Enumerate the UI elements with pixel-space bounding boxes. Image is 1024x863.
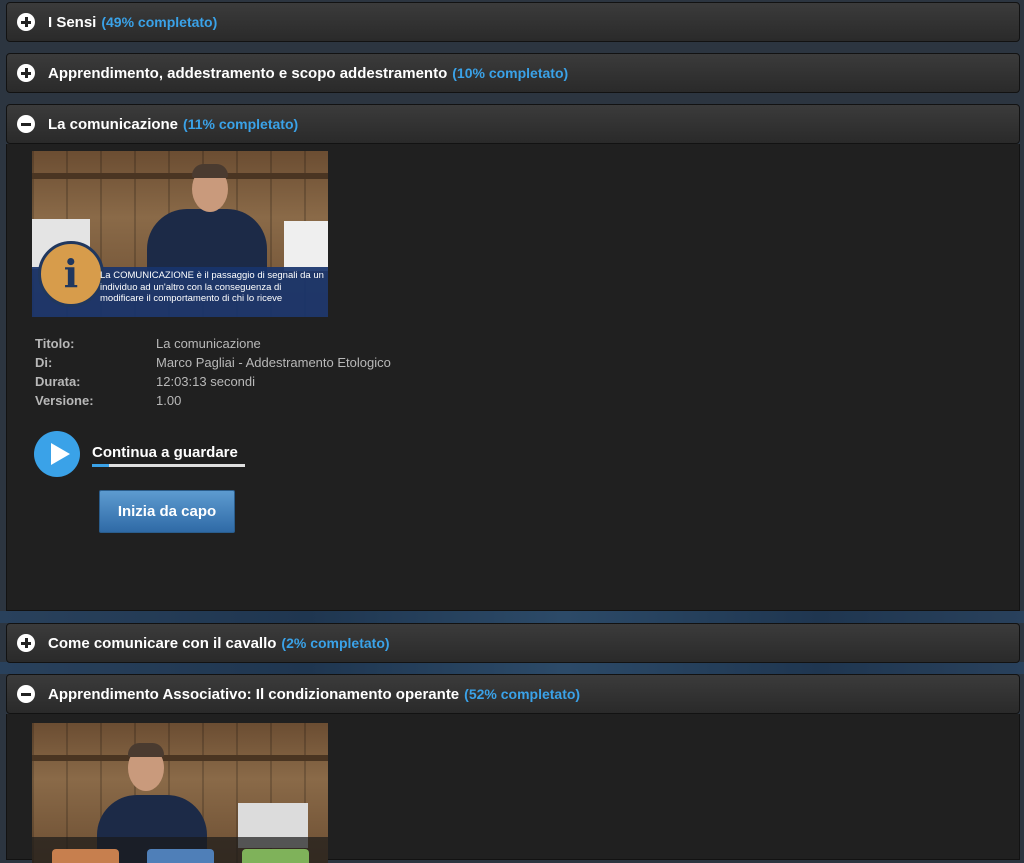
thumbnail-board	[284, 221, 328, 271]
section-title: Apprendimento, addestramento e scopo add…	[48, 64, 448, 82]
thumbnail-shelf	[32, 173, 328, 179]
detail-value: 1.00	[156, 393, 182, 408]
section-progress: (10% completato)	[452, 65, 569, 81]
detail-value: Marco Pagliai - Addestramento Etologico	[156, 355, 391, 370]
detail-value: 12:03:13 secondi	[156, 374, 256, 389]
info-icon: i	[38, 241, 104, 307]
play-icon	[51, 443, 70, 465]
detail-label: Titolo:	[35, 336, 75, 351]
detail-row-author: Di: Marco Pagliai - Addestramento Etolog…	[35, 353, 391, 372]
lesson-panel-la-comunicazione: i La COMUNICAZIONE è il passaggio di seg…	[6, 144, 1020, 611]
plus-icon[interactable]	[17, 13, 35, 31]
minus-icon[interactable]	[17, 685, 35, 703]
detail-row-title: Titolo: La comunicazione	[35, 334, 391, 353]
detail-row-duration: Durata: 12:03:13 secondi	[35, 372, 391, 391]
minus-icon[interactable]	[17, 115, 35, 133]
detail-label: Durata:	[35, 374, 81, 389]
section-header-la-comunicazione[interactable]: La comunicazione (11% completato)	[6, 104, 1020, 144]
lesson-details: Titolo: La comunicazione Di: Marco Pagli…	[35, 334, 391, 410]
detail-value: La comunicazione	[156, 336, 261, 351]
section-title: Apprendimento Associativo: Il condiziona…	[48, 685, 460, 703]
caption-tile	[147, 849, 214, 863]
watch-progress-fill	[92, 464, 109, 467]
background-stripe	[0, 611, 1024, 623]
section-title: Come comunicare con il cavallo	[48, 634, 277, 652]
play-button[interactable]	[34, 431, 80, 477]
restart-button[interactable]: Inizia da capo	[99, 490, 235, 533]
detail-row-version: Versione: 1.00	[35, 391, 391, 410]
section-header-come-comunicare[interactable]: Come comunicare con il cavallo (2% compl…	[6, 623, 1020, 663]
lesson-panel-apprendimento-associativo	[6, 714, 1020, 863]
video-thumbnail[interactable]: i La COMUNICAZIONE è il passaggio di seg…	[32, 151, 328, 317]
section-progress: (2% completato)	[281, 635, 390, 651]
caption-tile	[52, 849, 119, 863]
section-title: I Sensi	[48, 13, 97, 31]
section-progress: (49% completato)	[101, 14, 218, 30]
plus-icon[interactable]	[17, 64, 35, 82]
section-header-apprendimento[interactable]: Apprendimento, addestramento e scopo add…	[6, 53, 1020, 93]
continue-watching-link[interactable]: Continua a guardare	[92, 444, 238, 461]
caption-tile	[242, 849, 309, 863]
thumbnail-shelf	[32, 755, 328, 761]
presenter-hair	[192, 164, 228, 178]
video-thumbnail[interactable]	[32, 723, 328, 863]
section-header-apprendimento-associativo[interactable]: Apprendimento Associativo: Il condiziona…	[6, 674, 1020, 714]
section-header-i-sensi[interactable]: I Sensi (49% completato)	[6, 2, 1020, 42]
detail-label: Versione:	[35, 393, 94, 408]
section-progress: (11% completato)	[183, 116, 299, 132]
presenter-hair	[128, 743, 164, 757]
caption-text: La COMUNICAZIONE è il passaggio di segna…	[100, 270, 324, 304]
plus-icon[interactable]	[17, 634, 35, 652]
detail-label: Di:	[35, 355, 53, 370]
section-title: La comunicazione	[48, 115, 179, 133]
section-progress: (52% completato)	[464, 686, 581, 702]
video-caption-overlay	[32, 837, 328, 863]
background-stripe	[0, 662, 1024, 674]
watch-progress-bar	[92, 464, 245, 467]
video-caption-overlay: i La COMUNICAZIONE è il passaggio di seg…	[32, 241, 328, 317]
